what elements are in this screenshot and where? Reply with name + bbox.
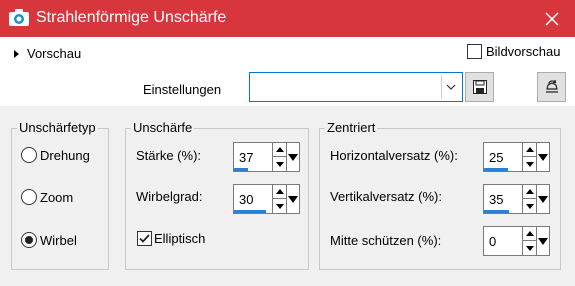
dropdown-arrow-icon (538, 153, 548, 161)
radio-wirbel-circle[interactable] (21, 232, 37, 248)
arrow-up-icon (275, 189, 284, 194)
arrow-down-icon (525, 245, 534, 251)
bildvorschau-checkbox[interactable]: Bildvorschau (467, 44, 560, 59)
protect-center-increment-button[interactable] (523, 227, 536, 241)
protect-center-label: Mitte schützen (%): (330, 233, 442, 248)
v-offset-value: 35 (489, 192, 504, 207)
arrow-down-icon (525, 203, 534, 209)
radio-zoom-label: Zoom (40, 189, 74, 205)
bildvorschau-label: Bildvorschau (486, 44, 561, 59)
twist-increment-button[interactable] (273, 185, 286, 199)
protect-center-updown (523, 226, 537, 256)
protect-center-value: 0 (489, 234, 497, 249)
v-offset-label: Vertikalversatz (%): (330, 189, 442, 204)
dropdown-arrow-icon (538, 195, 548, 203)
title-bar: Strahlenförmige Unschärfe (0, 0, 575, 37)
protect-center-decrement-button[interactable] (523, 241, 536, 255)
radio-drehung-circle[interactable] (21, 147, 37, 163)
centered-title: Zentriert (325, 120, 378, 135)
twist-updown (273, 184, 287, 214)
save-settings-button[interactable] (465, 72, 494, 102)
radio-wirbel[interactable]: Wirbel (21, 232, 77, 248)
reset-defaults-button[interactable] (537, 72, 566, 102)
strength-spinner: 37 (233, 142, 300, 172)
twist-value: 30 (239, 192, 254, 207)
arrow-down-icon (275, 161, 284, 167)
radio-wirbel-label: Wirbel (40, 232, 77, 248)
arrow-down-icon (525, 161, 534, 167)
twist-spinner: 30 (233, 184, 300, 214)
h-offset-spinner: 25 (483, 142, 550, 172)
close-button[interactable] (529, 0, 575, 37)
dropdown-divider (441, 75, 442, 99)
h-offset-value: 25 (489, 150, 504, 165)
blur-title: Unschärfe (131, 120, 195, 135)
v-offset-decrement-button[interactable] (523, 199, 536, 213)
radio-drehung-label: Drehung (40, 147, 90, 163)
preview-toggle[interactable]: Vorschau (14, 46, 81, 61)
arrow-up-icon (525, 147, 534, 152)
expand-arrow-icon (14, 49, 19, 58)
camera-icon (9, 9, 29, 26)
arrow-up-icon (275, 147, 284, 152)
twist-slider-dropdown[interactable] (287, 184, 300, 214)
bildvorschau-checkbox-box[interactable] (467, 44, 482, 59)
v-offset-updown (523, 184, 537, 214)
arrow-up-icon (525, 231, 534, 236)
radio-zoom-circle[interactable] (21, 189, 37, 205)
v-offset-spinner: 35 (483, 184, 550, 214)
h-offset-increment-button[interactable] (523, 143, 536, 157)
strength-increment-button[interactable] (273, 143, 286, 157)
strength-decrement-button[interactable] (273, 157, 286, 171)
strength-slider-bar[interactable] (234, 168, 248, 171)
elliptic-checkbox[interactable]: Elliptisch (137, 231, 205, 246)
h-offset-decrement-button[interactable] (523, 157, 536, 171)
preview-label: Vorschau (27, 46, 82, 61)
settings-dropdown[interactable] (249, 72, 463, 102)
h-offset-updown (523, 142, 537, 172)
strength-slider-dropdown[interactable] (287, 142, 300, 172)
dropdown-arrow-icon (538, 237, 548, 245)
floppy-disk-icon (472, 80, 487, 94)
blur-type-title: Unschärfetyp (17, 120, 98, 135)
twist-label: Wirbelgrad: (136, 189, 203, 204)
protect-center-slider-dropdown[interactable] (537, 226, 550, 256)
strength-value: 37 (239, 150, 254, 165)
h-offset-slider-dropdown[interactable] (537, 142, 550, 172)
chevron-down-icon (446, 84, 456, 90)
arrow-down-icon (275, 203, 284, 209)
strength-updown (273, 142, 287, 172)
settings-label: Einstellungen (143, 82, 222, 97)
protect-center-input[interactable]: 0 (483, 226, 523, 256)
protect-center-spinner: 0 (483, 226, 550, 256)
dropdown-arrow-icon (288, 195, 298, 203)
v-offset-slider-bar[interactable] (484, 210, 509, 213)
v-offset-slider-dropdown[interactable] (537, 184, 550, 214)
strength-label: Stärke (%): (136, 148, 202, 163)
elliptic-checkbox-box[interactable] (137, 231, 152, 246)
elliptic-label: Elliptisch (154, 231, 206, 246)
h-offset-label: Horizontalversatz (%): (330, 148, 458, 163)
reset-defaults-icon (545, 79, 558, 93)
twist-slider-bar[interactable] (234, 210, 266, 213)
twist-decrement-button[interactable] (273, 199, 286, 213)
radio-drehung[interactable]: Drehung (21, 147, 90, 163)
v-offset-increment-button[interactable] (523, 185, 536, 199)
window-title: Strahlenförmige Unschärfe (36, 9, 227, 26)
h-offset-slider-bar[interactable] (484, 168, 508, 171)
radio-zoom[interactable]: Zoom (21, 189, 73, 205)
arrow-up-icon (525, 189, 534, 194)
checkmark-icon (139, 234, 150, 243)
dropdown-arrow-icon (288, 153, 298, 161)
close-icon (545, 11, 559, 26)
